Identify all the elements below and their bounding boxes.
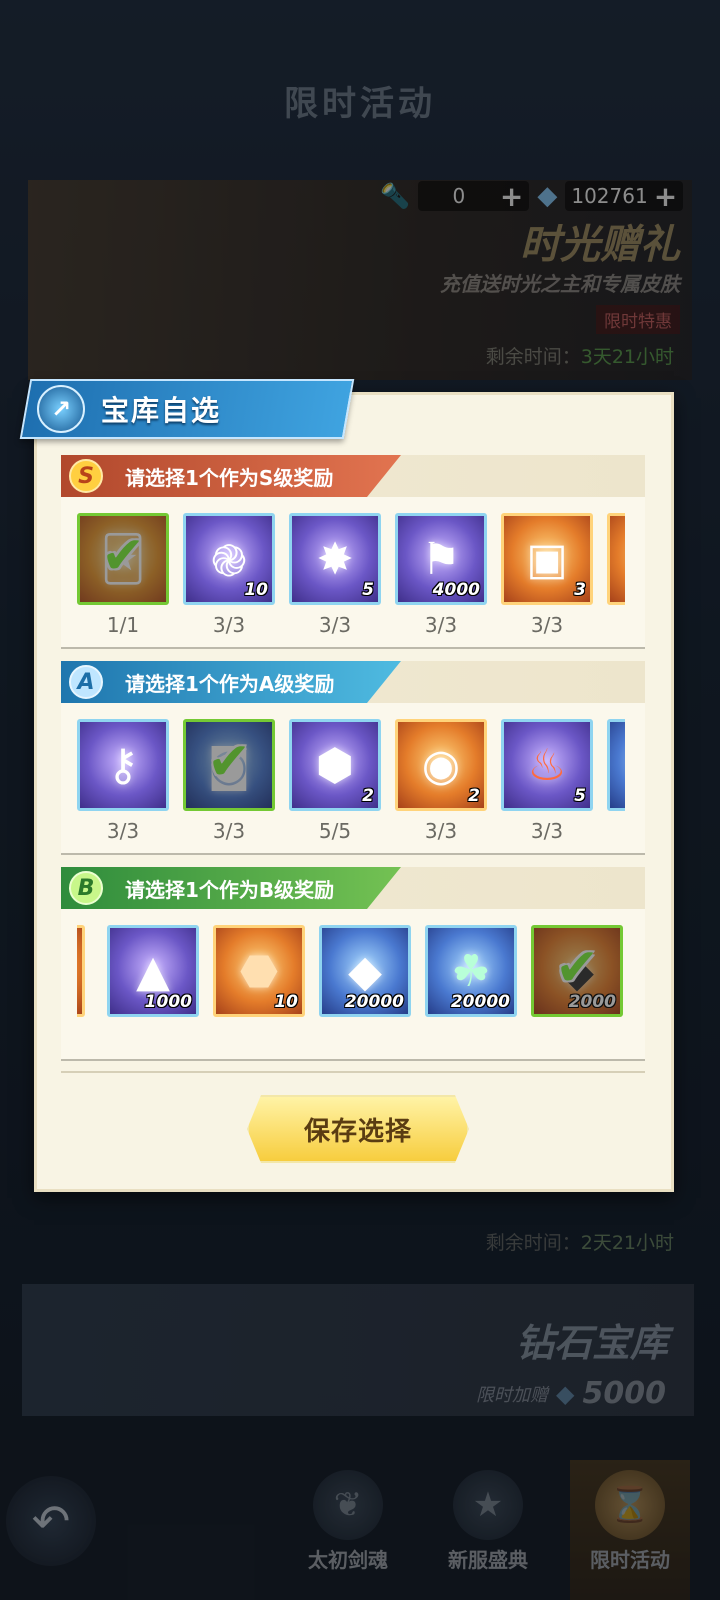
section-label: 请选择1个作为B级奖励 <box>125 877 335 902</box>
reward-tile: ⚑ 4000 <box>395 513 487 605</box>
reward-tile <box>77 925 85 1017</box>
reward-item[interactable]: ◆ 20000 <box>319 925 411 1017</box>
check-icon: ✔ <box>207 732 251 792</box>
reward-qty: 2 <box>362 786 374 806</box>
section-s-grade: S 请选择1个作为S级奖励 🃏 ✔ 1/1 ֎ 10 3/3 ✸ 5 3/3 ⚑… <box>61 455 645 649</box>
vault-select-modal: ↗ 宝库自选 S 请选择1个作为S级奖励 🃏 ✔ 1/1 ֎ 10 3/3 ✸ … <box>19 379 674 1192</box>
reward-qty: 10 <box>244 580 268 600</box>
reward-item[interactable]: ⚷ 3/3 <box>77 719 169 843</box>
grade-s-icon: S <box>69 459 103 493</box>
reward-item[interactable]: 🃏 ✔ 1/1 <box>77 513 169 637</box>
ore-icon: ◆ <box>560 945 594 997</box>
reward-count: 1/1 <box>106 613 140 637</box>
reward-tile: ⬢ 2 <box>289 719 381 811</box>
reward-qty: 5 <box>362 580 374 600</box>
reward-qty: 4000 <box>432 580 480 600</box>
reward-qty: 20000 <box>450 992 510 1012</box>
reward-item-partial[interactable] <box>77 925 85 1017</box>
reward-tile: ▣ 3 <box>501 513 593 605</box>
reward-item[interactable]: ✸ 5 3/3 <box>289 513 381 637</box>
reward-list: 🃏 ✔ 1/1 ֎ 10 3/3 ✸ 5 3/3 ⚑ 4000 3/3 ▣ 3 … <box>77 513 625 643</box>
section-b-grade: B 请选择1个作为B级奖励 ▲ 1000 ⬣ 10 ◆ 20000 ☘ 2000… <box>61 867 645 1061</box>
reward-count: 3/3 <box>424 819 458 843</box>
reward-tile: 🃏 ✔ <box>77 513 169 605</box>
section-label: 请选择1个作为A级奖励 <box>125 671 335 696</box>
reward-tile: ⬣ 10 <box>213 925 305 1017</box>
reward-tile: ֎ 10 <box>183 513 275 605</box>
reward-count: 3/3 <box>212 613 246 637</box>
reward-count: 3/3 <box>424 613 458 637</box>
reward-item[interactable]: ♨ 5 3/3 <box>501 719 593 843</box>
reward-item[interactable]: ☘ 20000 <box>425 925 517 1017</box>
bag-icon: ◙ <box>207 739 251 791</box>
reward-item[interactable]: ▣ 3 3/3 <box>501 513 593 637</box>
reward-qty: 3 <box>574 580 586 600</box>
reward-item-partial[interactable] <box>607 513 625 605</box>
reward-item[interactable]: ⬢ 2 5/5 <box>289 719 381 843</box>
grade-a-icon: A <box>69 665 103 699</box>
reward-item-partial[interactable] <box>607 719 625 811</box>
section-header: B 请选择1个作为B级奖励 <box>61 867 401 909</box>
reward-tile: ✸ 5 <box>289 513 381 605</box>
card-icon: 🃏 <box>100 533 146 585</box>
reward-count: 3/3 <box>212 819 246 843</box>
save-selection-button[interactable]: 保存选择 <box>247 1095 469 1163</box>
reward-count: 3/3 <box>106 819 140 843</box>
modal-divider <box>61 1071 645 1073</box>
section-label: 请选择1个作为S级奖励 <box>125 465 334 490</box>
reward-item[interactable]: ◆ ✔ 2000 <box>531 925 623 1017</box>
reward-item[interactable]: ▲ 1000 <box>107 925 199 1017</box>
reward-tile: ◆ 20000 <box>319 925 411 1017</box>
reward-item[interactable]: ֎ 10 3/3 <box>183 513 275 637</box>
reward-qty: 5 <box>574 786 586 806</box>
reward-item[interactable]: ⬣ 10 <box>213 925 305 1017</box>
modal-header: ↗ 宝库自选 <box>19 379 355 439</box>
reward-count: 3/3 <box>318 613 352 637</box>
reward-qty: 20000 <box>344 992 404 1012</box>
reward-item[interactable]: ◉ 2 3/3 <box>395 719 487 843</box>
section-a-grade: A 请选择1个作为A级奖励 ⚷ 3/3 ◙ ✔ 3/3 ⬢ 2 5/5 ◉ 2 … <box>61 661 645 855</box>
reward-tile: ⚷ <box>77 719 169 811</box>
reward-tile: ◆ ✔ 2000 <box>531 925 623 1017</box>
reward-count: 3/3 <box>530 613 564 637</box>
reward-count: 3/3 <box>530 819 564 843</box>
reward-tile: ♨ 5 <box>501 719 593 811</box>
reward-tile: ☘ 20000 <box>425 925 517 1017</box>
reward-list: ⚷ 3/3 ◙ ✔ 3/3 ⬢ 2 5/5 ◉ 2 3/3 ♨ 5 3/3 <box>77 719 625 849</box>
reward-count: 5/5 <box>318 819 352 843</box>
check-icon: ✔ <box>555 938 599 998</box>
reward-qty: 2000 <box>568 992 616 1012</box>
section-header: S 请选择1个作为S级奖励 <box>61 455 401 497</box>
reward-tile: ◉ 2 <box>395 719 487 811</box>
modal-title: 宝库自选 <box>101 394 222 427</box>
compass-icon: ↗ <box>37 385 85 433</box>
reward-list: ▲ 1000 ⬣ 10 ◆ 20000 ☘ 20000 ◆ ✔ 2000 <box>77 925 625 1055</box>
section-header: A 请选择1个作为A级奖励 <box>61 661 401 703</box>
reward-qty: 2 <box>468 786 480 806</box>
reward-tile: ◙ ✔ <box>183 719 275 811</box>
reward-item[interactable]: ⚑ 4000 3/3 <box>395 513 487 637</box>
check-icon: ✔ <box>101 526 145 586</box>
reward-tile <box>607 719 625 811</box>
key-icon: ⚷ <box>106 739 140 791</box>
reward-tile: ▲ 1000 <box>107 925 199 1017</box>
reward-tile <box>607 513 625 605</box>
reward-qty: 1000 <box>144 992 192 1012</box>
reward-item[interactable]: ◙ ✔ 3/3 <box>183 719 275 843</box>
reward-qty: 10 <box>274 992 298 1012</box>
grade-b-icon: B <box>69 871 103 905</box>
